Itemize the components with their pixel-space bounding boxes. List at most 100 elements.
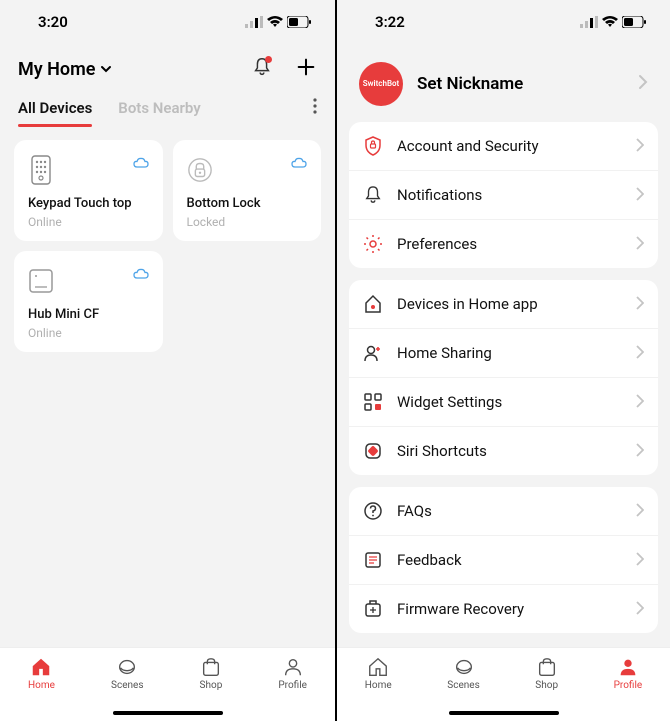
row-notifications[interactable]: Notifications <box>349 171 658 220</box>
chevron-right-icon <box>636 137 644 156</box>
row-label: Siri Shortcuts <box>397 442 622 460</box>
keypad-icon <box>28 154 54 186</box>
nav-shop[interactable]: Shop <box>535 656 558 691</box>
nav-label: Home <box>365 680 392 691</box>
settings-group-account: Account and Security Notifications Prefe… <box>349 122 658 268</box>
device-card-hub[interactable]: Hub Mini CF Online <box>14 251 163 352</box>
row-label: Devices in Home app <box>397 295 622 313</box>
tabs: All Devices Bots Nearby <box>0 88 335 128</box>
question-icon <box>363 501 383 521</box>
row-label: Widget Settings <box>397 393 622 411</box>
chevron-right-icon <box>636 442 644 461</box>
row-devices-home-app[interactable]: Devices in Home app <box>349 280 658 329</box>
chevron-down-icon <box>99 62 113 76</box>
device-card-keypad[interactable]: Keypad Touch top Online <box>14 140 163 241</box>
chevron-right-icon <box>636 393 644 412</box>
gear-icon <box>363 234 383 254</box>
home-title-text: My Home <box>18 59 95 80</box>
battery-icon <box>622 16 646 28</box>
device-name: Bottom Lock <box>187 196 308 211</box>
nav-scenes[interactable]: Scenes <box>447 656 479 691</box>
settings-group-home: Devices in Home app Home Sharing Widget … <box>349 280 658 475</box>
row-widget-settings[interactable]: Widget Settings <box>349 378 658 427</box>
status-icons <box>245 16 311 28</box>
bell-icon[interactable] <box>251 56 273 82</box>
home-indicator <box>449 711 559 715</box>
row-home-sharing[interactable]: Home Sharing <box>349 329 658 378</box>
home-selector[interactable]: My Home <box>18 59 113 80</box>
row-label: Account and Security <box>397 137 622 155</box>
device-status: Locked <box>187 215 308 229</box>
chevron-right-icon <box>636 186 644 205</box>
nickname-title: Set Nickname <box>417 74 624 94</box>
row-label: Feedback <box>397 551 622 569</box>
cloud-icon <box>133 265 149 284</box>
row-firmware-recovery[interactable]: Firmware Recovery <box>349 585 658 633</box>
phone-left: 3:20 My Home All Devices Bots Nearby <box>0 0 335 721</box>
chevron-right-icon <box>636 551 644 570</box>
bottom-nav: Home Scenes Shop Profile <box>0 647 335 721</box>
tab-bots-nearby[interactable]: Bots Nearby <box>118 99 200 127</box>
avatar: SwitchBot <box>359 62 403 106</box>
status-time: 3:20 <box>38 13 68 31</box>
profile-content: SwitchBot Set Nickname Account and Secur… <box>337 44 670 645</box>
row-label: Preferences <box>397 235 622 253</box>
nav-shop[interactable]: Shop <box>200 656 223 691</box>
nav-home[interactable]: Home <box>28 656 55 691</box>
device-name: Hub Mini CF <box>28 307 149 322</box>
notification-dot <box>265 56 272 63</box>
row-label: Notifications <box>397 186 622 204</box>
house-icon <box>363 294 383 314</box>
settings-group-support: FAQs Feedback Firmware Recovery <box>349 487 658 633</box>
cellular-icon <box>245 16 263 28</box>
device-grid: Keypad Touch top Online Bottom Lock Lock… <box>0 128 335 364</box>
chevron-right-icon <box>636 235 644 254</box>
header-actions <box>251 56 317 82</box>
device-status: Online <box>28 326 149 340</box>
cloud-icon <box>133 154 149 173</box>
row-siri-shortcuts[interactable]: Siri Shortcuts <box>349 427 658 475</box>
row-preferences[interactable]: Preferences <box>349 220 658 268</box>
feedback-icon <box>363 550 383 570</box>
row-account-security[interactable]: Account and Security <box>349 122 658 171</box>
nav-label: Scenes <box>447 680 479 691</box>
device-card-lock[interactable]: Bottom Lock Locked <box>173 140 322 241</box>
row-feedback[interactable]: Feedback <box>349 536 658 585</box>
nav-home[interactable]: Home <box>365 656 392 691</box>
chevron-right-icon <box>636 344 644 363</box>
nav-profile[interactable]: Profile <box>614 656 643 691</box>
chevron-right-icon <box>636 295 644 314</box>
avatar-label: SwitchBot <box>363 80 399 88</box>
share-person-icon <box>363 343 383 363</box>
wifi-icon <box>602 16 618 28</box>
nav-label: Home <box>28 680 55 691</box>
row-label: Firmware Recovery <box>397 600 622 618</box>
more-icon[interactable] <box>313 98 317 128</box>
device-status: Online <box>28 215 149 229</box>
tab-all-devices[interactable]: All Devices <box>18 99 92 127</box>
plus-icon[interactable] <box>295 56 317 82</box>
header: My Home <box>0 44 335 88</box>
row-label: Home Sharing <box>397 344 622 362</box>
bell-icon <box>363 185 383 205</box>
nav-label: Profile <box>614 680 643 691</box>
device-name: Keypad Touch top <box>28 196 149 211</box>
bottom-nav: Home Scenes Shop Profile <box>337 647 670 721</box>
phone-right: 3:22 SwitchBot Set Nickname Account and … <box>335 0 670 721</box>
nav-scenes[interactable]: Scenes <box>111 656 143 691</box>
chevron-right-icon <box>636 600 644 619</box>
nav-label: Shop <box>535 680 558 691</box>
widget-icon <box>363 392 383 412</box>
nav-label: Shop <box>200 680 223 691</box>
nav-profile[interactable]: Profile <box>278 656 307 691</box>
nickname-row[interactable]: SwitchBot Set Nickname <box>349 44 658 122</box>
status-bar: 3:20 <box>0 0 335 44</box>
row-faqs[interactable]: FAQs <box>349 487 658 536</box>
hub-icon <box>28 265 54 297</box>
battery-icon <box>287 16 311 28</box>
nav-label: Profile <box>278 680 307 691</box>
chevron-right-icon <box>638 74 648 94</box>
chevron-right-icon <box>636 502 644 521</box>
wifi-icon <box>267 16 283 28</box>
recovery-icon <box>363 599 383 619</box>
